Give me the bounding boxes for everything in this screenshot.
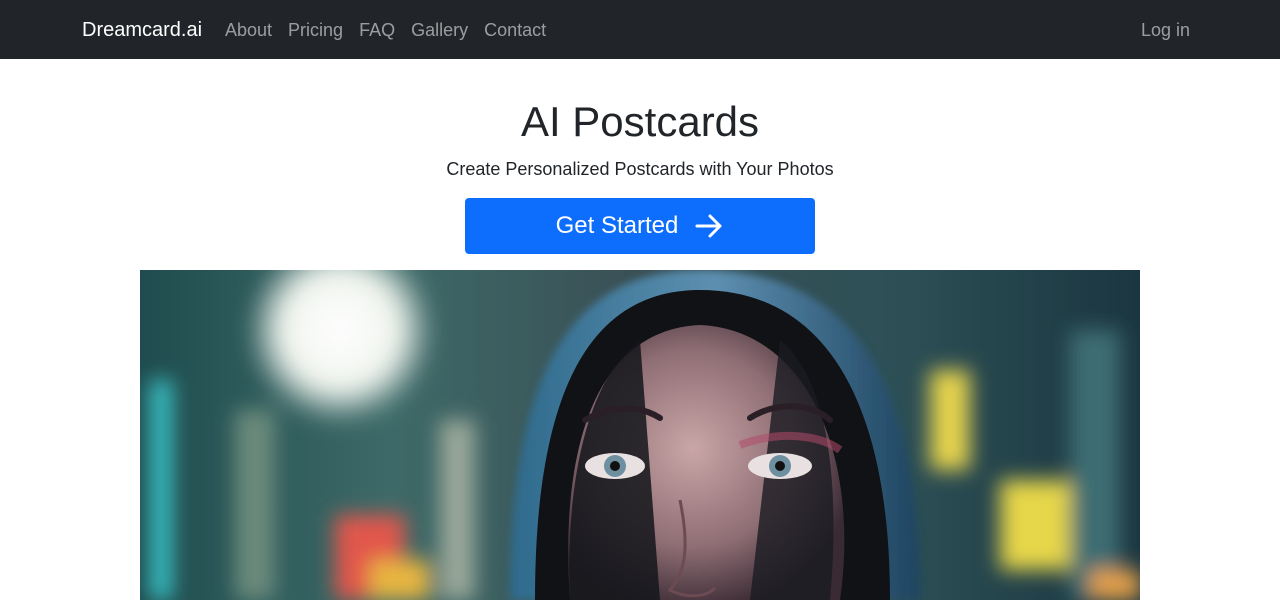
nav-link-pricing[interactable]: Pricing xyxy=(288,19,343,41)
hero-image xyxy=(140,270,1140,600)
arrow-right-icon xyxy=(695,214,722,238)
get-started-label: Get Started xyxy=(555,212,679,239)
nav-link-about[interactable]: About xyxy=(225,19,272,41)
nav-link-gallery[interactable]: Gallery xyxy=(411,19,468,41)
hero-subtitle: Create Personalized Postcards with Your … xyxy=(446,159,834,179)
page-title: AI Postcards xyxy=(520,98,760,145)
nav-link-contact[interactable]: Contact xyxy=(484,19,546,41)
login-link[interactable]: Log in xyxy=(1141,19,1190,41)
get-started-button[interactable]: Get Started xyxy=(465,198,815,254)
hero-illustration xyxy=(140,270,1140,600)
nav-links: About Pricing FAQ Gallery Contact xyxy=(225,19,562,41)
nav-link-faq[interactable]: FAQ xyxy=(359,19,395,41)
brand-logo[interactable]: Dreamcard.ai xyxy=(82,17,202,43)
navbar: Dreamcard.ai About Pricing FAQ Gallery C… xyxy=(0,0,1280,59)
